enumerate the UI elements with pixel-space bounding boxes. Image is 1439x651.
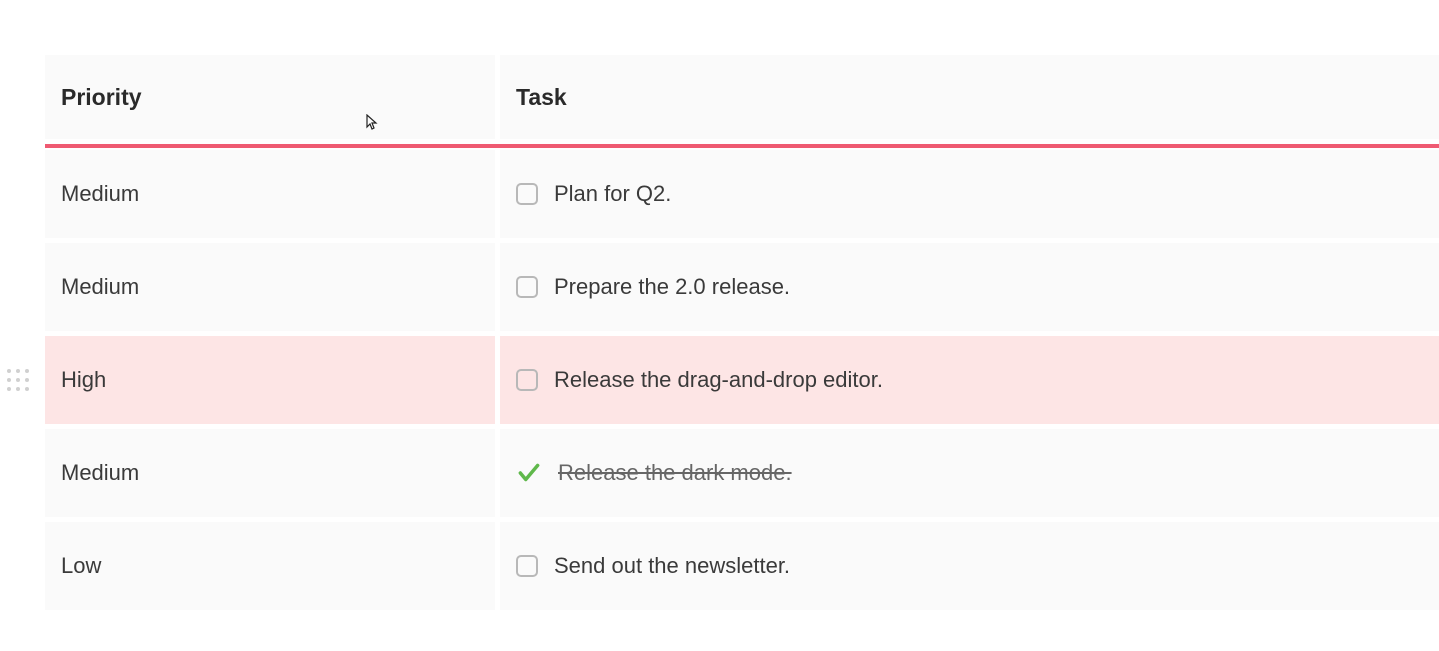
checkbox-empty-icon[interactable] [516, 369, 538, 391]
task-text: Release the drag-and-drop editor. [554, 367, 883, 393]
checkbox-empty-icon[interactable] [516, 555, 538, 577]
table-row[interactable]: Medium Prepare the 2.0 release. [45, 243, 1439, 331]
priority-cell[interactable]: High [45, 336, 495, 424]
task-cell[interactable]: Release the drag-and-drop editor. [500, 336, 1439, 424]
priority-value: High [61, 367, 106, 393]
task-cell[interactable]: Prepare the 2.0 release. [500, 243, 1439, 331]
task-content: Send out the newsletter. [516, 553, 790, 579]
priority-cell[interactable]: Medium [45, 150, 495, 238]
task-cell[interactable]: Plan for Q2. [500, 150, 1439, 238]
priority-value: Medium [61, 274, 139, 300]
task-text: Prepare the 2.0 release. [554, 274, 790, 300]
task-cell[interactable]: Send out the newsletter. [500, 522, 1439, 610]
task-content: Plan for Q2. [516, 181, 671, 207]
priority-value: Medium [61, 460, 139, 486]
task-text: Send out the newsletter. [554, 553, 790, 579]
task-text: Release the dark mode. [558, 460, 792, 486]
task-content: Release the drag-and-drop editor. [516, 367, 883, 393]
priority-cell[interactable]: Medium [45, 429, 495, 517]
table-header-row: Priority Task [45, 55, 1439, 139]
checkbox-empty-icon[interactable] [516, 276, 538, 298]
priority-value: Low [61, 553, 101, 579]
drag-handle-icon[interactable] [7, 366, 29, 394]
check-icon[interactable] [516, 460, 542, 486]
column-header-task[interactable]: Task [500, 55, 1439, 139]
table-row[interactable]: Medium Release the dark mode. [45, 429, 1439, 517]
checkbox-empty-icon[interactable] [516, 183, 538, 205]
task-text: Plan for Q2. [554, 181, 671, 207]
priority-cell[interactable]: Medium [45, 243, 495, 331]
table-row[interactable]: Medium Plan for Q2. [45, 150, 1439, 238]
task-content: Prepare the 2.0 release. [516, 274, 790, 300]
task-table: Priority Task Medium Plan for Q2. Medium [45, 55, 1439, 610]
task-cell[interactable]: Release the dark mode. [500, 429, 1439, 517]
table-row[interactable]: High Release the drag-and-drop editor. [45, 336, 1439, 424]
task-content: Release the dark mode. [516, 460, 792, 486]
header-underline [45, 144, 1439, 148]
column-header-priority[interactable]: Priority [45, 55, 495, 139]
table-row[interactable]: Low Send out the newsletter. [45, 522, 1439, 610]
priority-value: Medium [61, 181, 139, 207]
priority-cell[interactable]: Low [45, 522, 495, 610]
cursor-icon [365, 110, 381, 126]
